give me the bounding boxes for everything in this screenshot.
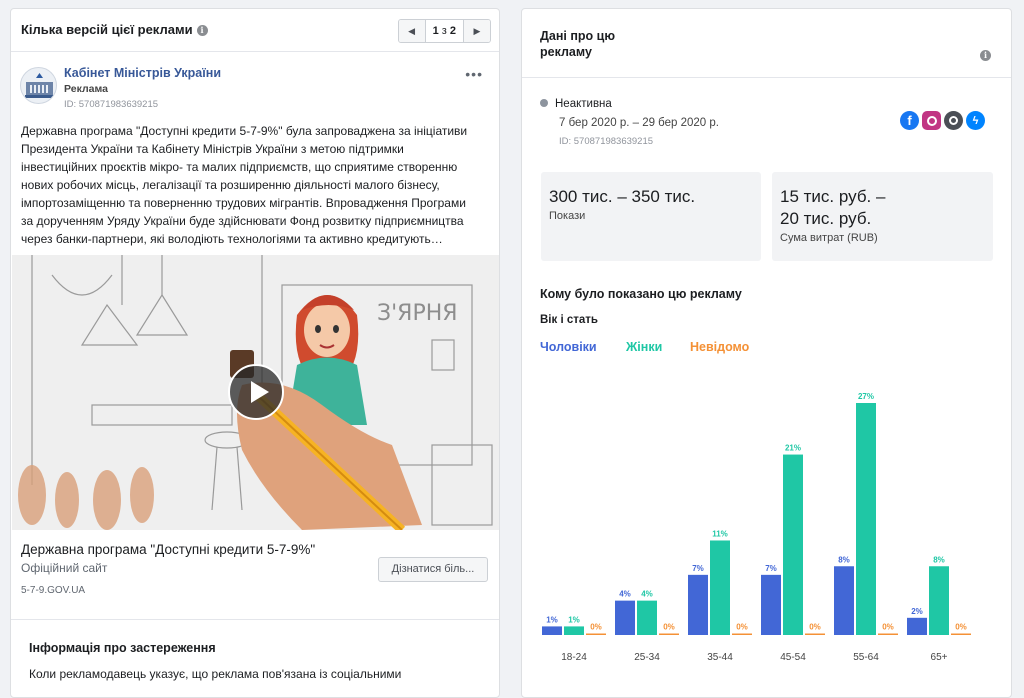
- x-tick-label: 65+: [931, 652, 948, 663]
- info-icon[interactable]: i: [980, 50, 991, 61]
- disclaimer-text: Коли рекламодавець указує, що реклама по…: [29, 667, 402, 681]
- bar-65+-unknown[interactable]: [951, 633, 971, 636]
- data-label: 11%: [712, 529, 728, 538]
- data-label: 2%: [911, 607, 923, 616]
- legend-unknown[interactable]: Невідомо: [690, 340, 749, 354]
- run-dates: 7 бер 2020 р. – 29 бер 2020 р.: [559, 117, 719, 129]
- play-button[interactable]: [228, 364, 284, 420]
- data-label: 7%: [692, 564, 704, 573]
- age-gender-title: Вік і стать: [540, 314, 598, 326]
- previous-version-button[interactable]: ◀: [398, 20, 425, 42]
- impressions-stat: 300 тис. – 350 тис. Покази: [541, 172, 761, 261]
- bar-35-44-women[interactable]: [710, 540, 730, 635]
- sponsored-label: Реклама: [64, 83, 108, 95]
- learn-more-button[interactable]: Дізнатися біль...: [378, 557, 488, 582]
- data-label: 8%: [838, 555, 850, 564]
- next-version-button[interactable]: ▶: [464, 20, 490, 42]
- bar-65+-women[interactable]: [929, 566, 949, 635]
- data-label: 0%: [809, 623, 821, 632]
- more-options-icon[interactable]: •••: [465, 66, 483, 82]
- data-label: 0%: [736, 623, 748, 632]
- bar-18-24-women[interactable]: [564, 626, 584, 635]
- messenger-icon: ϟ: [966, 111, 985, 130]
- chevron-right-icon: ▶: [473, 25, 481, 36]
- ad-id: ID: 570871983639215: [64, 99, 159, 110]
- data-label: 8%: [933, 555, 945, 564]
- status-badge: Неактивна: [540, 98, 612, 110]
- bar-55-64-unknown[interactable]: [878, 633, 898, 636]
- bar-35-44-unknown[interactable]: [732, 633, 752, 636]
- ad-details-header: Дані про цю рекламу i: [522, 9, 1011, 78]
- bar-35-44-men[interactable]: [688, 574, 708, 635]
- data-label: 21%: [785, 444, 801, 453]
- info-icon[interactable]: i: [196, 25, 208, 36]
- chevron-left-icon: ◀: [408, 25, 416, 36]
- bar-55-64-men[interactable]: [834, 566, 854, 635]
- data-label: 7%: [765, 564, 777, 573]
- ad-link-url[interactable]: 5-7-9.GOV.UA: [21, 585, 85, 596]
- advertiser-avatar[interactable]: [20, 67, 57, 104]
- bar-18-24-men[interactable]: [542, 626, 562, 635]
- data-label: 0%: [882, 623, 894, 632]
- instagram-icon: [922, 111, 941, 130]
- legend-women[interactable]: Жінки: [626, 340, 662, 354]
- divider: [11, 619, 499, 620]
- facebook-icon: f: [900, 111, 919, 130]
- audience-title: Кому було показано цю рекламу: [540, 287, 742, 301]
- bar-55-64-women[interactable]: [856, 403, 876, 635]
- bar-45-54-unknown[interactable]: [805, 633, 825, 636]
- ad-details-card: Дані про цю рекламу i Неактивна 7 бер 20…: [521, 8, 1012, 698]
- spend-stat: 15 тис. руб. –20 тис. руб. Сума витрат (…: [772, 172, 993, 261]
- data-label: 0%: [590, 623, 602, 632]
- data-label: 1%: [568, 615, 580, 624]
- data-label: 0%: [663, 623, 675, 632]
- x-tick-label: 18-24: [561, 652, 587, 663]
- version-counter: 1 з 2: [424, 20, 464, 42]
- version-pager: ◀ 1 з 2 ▶: [397, 19, 491, 43]
- bar-65+-men[interactable]: [907, 617, 927, 635]
- x-tick-label: 35-44: [707, 652, 733, 663]
- bar-45-54-men[interactable]: [761, 574, 781, 635]
- x-tick-label: 55-64: [853, 652, 879, 663]
- x-tick-label: 25-34: [634, 652, 660, 663]
- data-label: 1%: [546, 615, 558, 624]
- age-gender-chart: 1% 1% 0% 18-24 4% 4% 0% 25-34 7% 11% 0% 35-44 7% 21% 0…: [542, 392, 971, 663]
- status-dot-icon: [540, 99, 548, 107]
- ad-headline: Державна програма "Доступні кредити 5-7-…: [21, 542, 316, 557]
- ad-versions-card: Кілька версій цієї реклами i ◀ 1 з 2 ▶ Ка…: [10, 8, 500, 698]
- x-tick-label: 45-54: [780, 652, 806, 663]
- bar-45-54-women[interactable]: [783, 454, 803, 635]
- bar-25-34-women[interactable]: [637, 600, 657, 635]
- ad-description: Офіційний сайт: [21, 561, 108, 575]
- ad-id: ID: 570871983639215: [559, 136, 654, 147]
- ad-body-text: Державна програма "Доступні кредити 5-7-…: [21, 124, 468, 246]
- ad-details-title: Дані про цю рекламу: [540, 29, 616, 59]
- video-sign-text: З'ЯРНЯ: [377, 301, 458, 326]
- bar-25-34-unknown[interactable]: [659, 633, 679, 636]
- bar-18-24-unknown[interactable]: [586, 633, 606, 636]
- disclaimer-title: Інформація про застереження: [29, 641, 216, 655]
- data-label: 4%: [641, 590, 653, 599]
- legend-men[interactable]: Чоловіки: [540, 340, 597, 354]
- bar-25-34-men[interactable]: [615, 600, 635, 635]
- audience-network-icon: [944, 111, 963, 130]
- data-label: 4%: [619, 590, 631, 599]
- platform-icons: f ϟ: [900, 111, 985, 130]
- ad-versions-header: Кілька версій цієї реклами i ◀ 1 з 2 ▶: [11, 9, 499, 52]
- data-label: 27%: [858, 392, 874, 401]
- data-label: 0%: [955, 623, 967, 632]
- ad-versions-title: Кілька версій цієї реклами i: [21, 22, 208, 37]
- advertiser-name-link[interactable]: Кабінет Міністрів України: [64, 66, 221, 80]
